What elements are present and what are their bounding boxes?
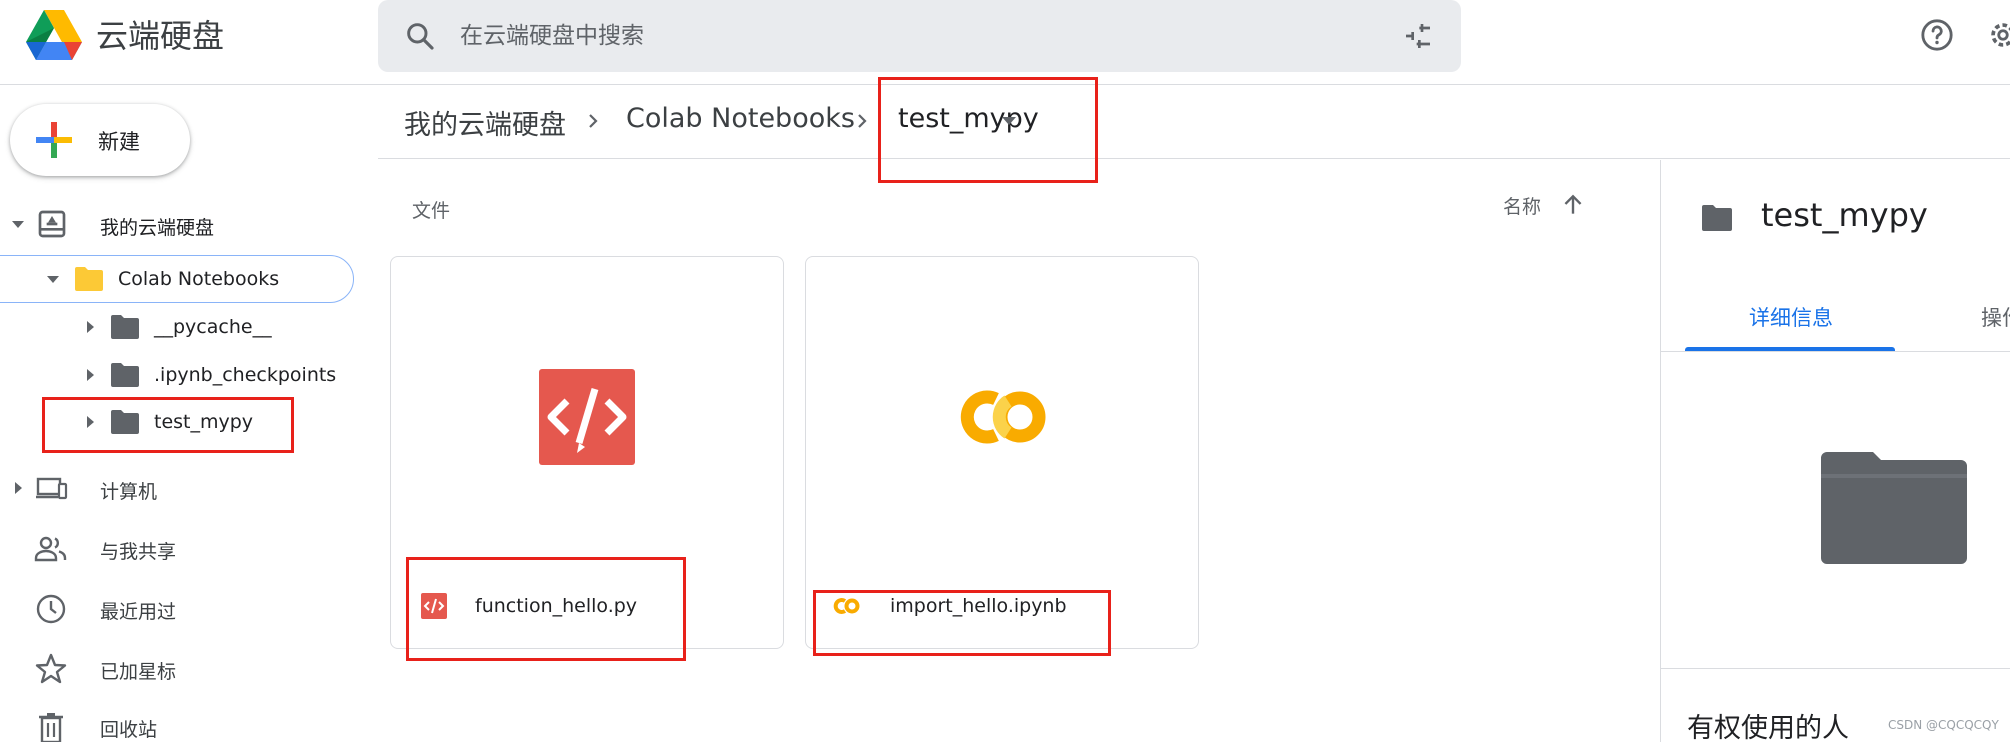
file-thumbnail[interactable] [391,257,783,557]
folder-icon [111,363,139,387]
star-icon [35,653,67,684]
breadcrumb: 我的云端硬盘 Colab Notebooks test_mypy [378,85,2010,159]
help-icon[interactable] [1920,18,1954,52]
search-icon[interactable] [404,20,436,52]
details-tabs: 详细信息 操作 [1661,290,2010,352]
colab-logo-icon [960,390,1046,444]
caret-down-icon[interactable] [45,271,61,287]
tree-label-ipynb-checkpoints: .ipynb_checkpoints [154,364,337,386]
tree-label-my-drive: 我的云端硬盘 [100,217,215,239]
folder-icon [75,267,103,291]
folder-icon [1702,205,1732,231]
details-title: test_mypy [1761,196,1928,234]
nav-label-recent: 最近用过 [100,601,177,623]
settings-icon[interactable] [1986,18,2010,52]
my-drive-icon [38,210,66,238]
sort-label[interactable]: 名称 [1503,192,1541,219]
nav-item-shared-with-me[interactable]: 与我共享 [0,526,360,570]
clock-icon [36,594,66,624]
nav-item-starred[interactable]: 已加星标 [0,646,360,690]
plus-icon [36,122,72,158]
highlight-box-sidebar-test-mypy [42,397,294,453]
caret-right-icon[interactable] [82,367,98,383]
nav-item-recent[interactable]: 最近用过 [0,586,360,630]
nav-item-trash[interactable]: 回收站 [0,704,360,742]
tree-item-ipynb-checkpoints[interactable]: .ipynb_checkpoints [0,355,360,395]
highlight-box-file-1 [406,557,686,661]
nav-label-computers: 计算机 [100,481,158,503]
chevron-right-icon [858,114,867,128]
breadcrumb-item-my-drive[interactable]: 我的云端硬盘 [404,103,566,142]
computer-icon [36,477,68,500]
chevron-right-icon [589,114,598,128]
folder-icon [111,315,139,339]
folder-icon [1821,452,1967,564]
divider [1661,668,2010,669]
details-panel: test_mypy 详细信息 操作 有权使用的人 [1660,160,2010,742]
people-icon [34,536,67,562]
tab-activity[interactable]: 操作 [1981,302,2010,332]
watermark: CSDN @CQCQCQY [1888,718,1999,732]
arrow-up-icon[interactable] [1560,192,1586,218]
tree-label-colab-notebooks: Colab Notebooks [118,268,280,290]
new-button-label: 新建 [98,130,140,154]
code-file-icon [539,369,635,465]
search-options-icon[interactable] [1402,20,1434,52]
file-thumbnail[interactable] [806,257,1198,557]
new-button[interactable]: 新建 [10,104,190,176]
caret-right-icon[interactable] [82,319,98,335]
caret-down-icon[interactable] [10,216,26,232]
tree-row-colab-notebooks[interactable]: Colab Notebooks [0,259,340,299]
drive-logo-icon[interactable] [26,10,82,60]
section-title-files: 文件 [412,200,451,222]
highlight-box-file-2 [813,590,1111,656]
tab-details[interactable]: 详细信息 [1749,302,1833,332]
tab-active-indicator [1685,347,1895,351]
search-bar[interactable] [378,0,1461,72]
highlight-box-breadcrumb [878,77,1098,183]
product-name: 云端硬盘 [96,17,225,55]
nav-label-trash: 回收站 [100,719,158,741]
nav-label-starred: 已加星标 [100,661,177,683]
tree-label-pycache: __pycache__ [154,316,272,338]
tree-item-pycache[interactable]: __pycache__ [0,307,360,347]
nav-label-shared-with-me: 与我共享 [100,541,177,563]
nav-item-computers[interactable]: 计算机 [0,466,360,510]
tree-item-my-drive[interactable]: 我的云端硬盘 [0,204,360,244]
search-input[interactable] [460,18,1360,54]
top-bar: 云端硬盘 [0,0,2010,85]
trash-icon [39,713,63,742]
people-with-access-heading: 有权使用的人 [1687,713,1849,742]
breadcrumb-item-colab-notebooks[interactable]: Colab Notebooks [626,103,855,134]
caret-right-icon[interactable] [10,480,26,496]
